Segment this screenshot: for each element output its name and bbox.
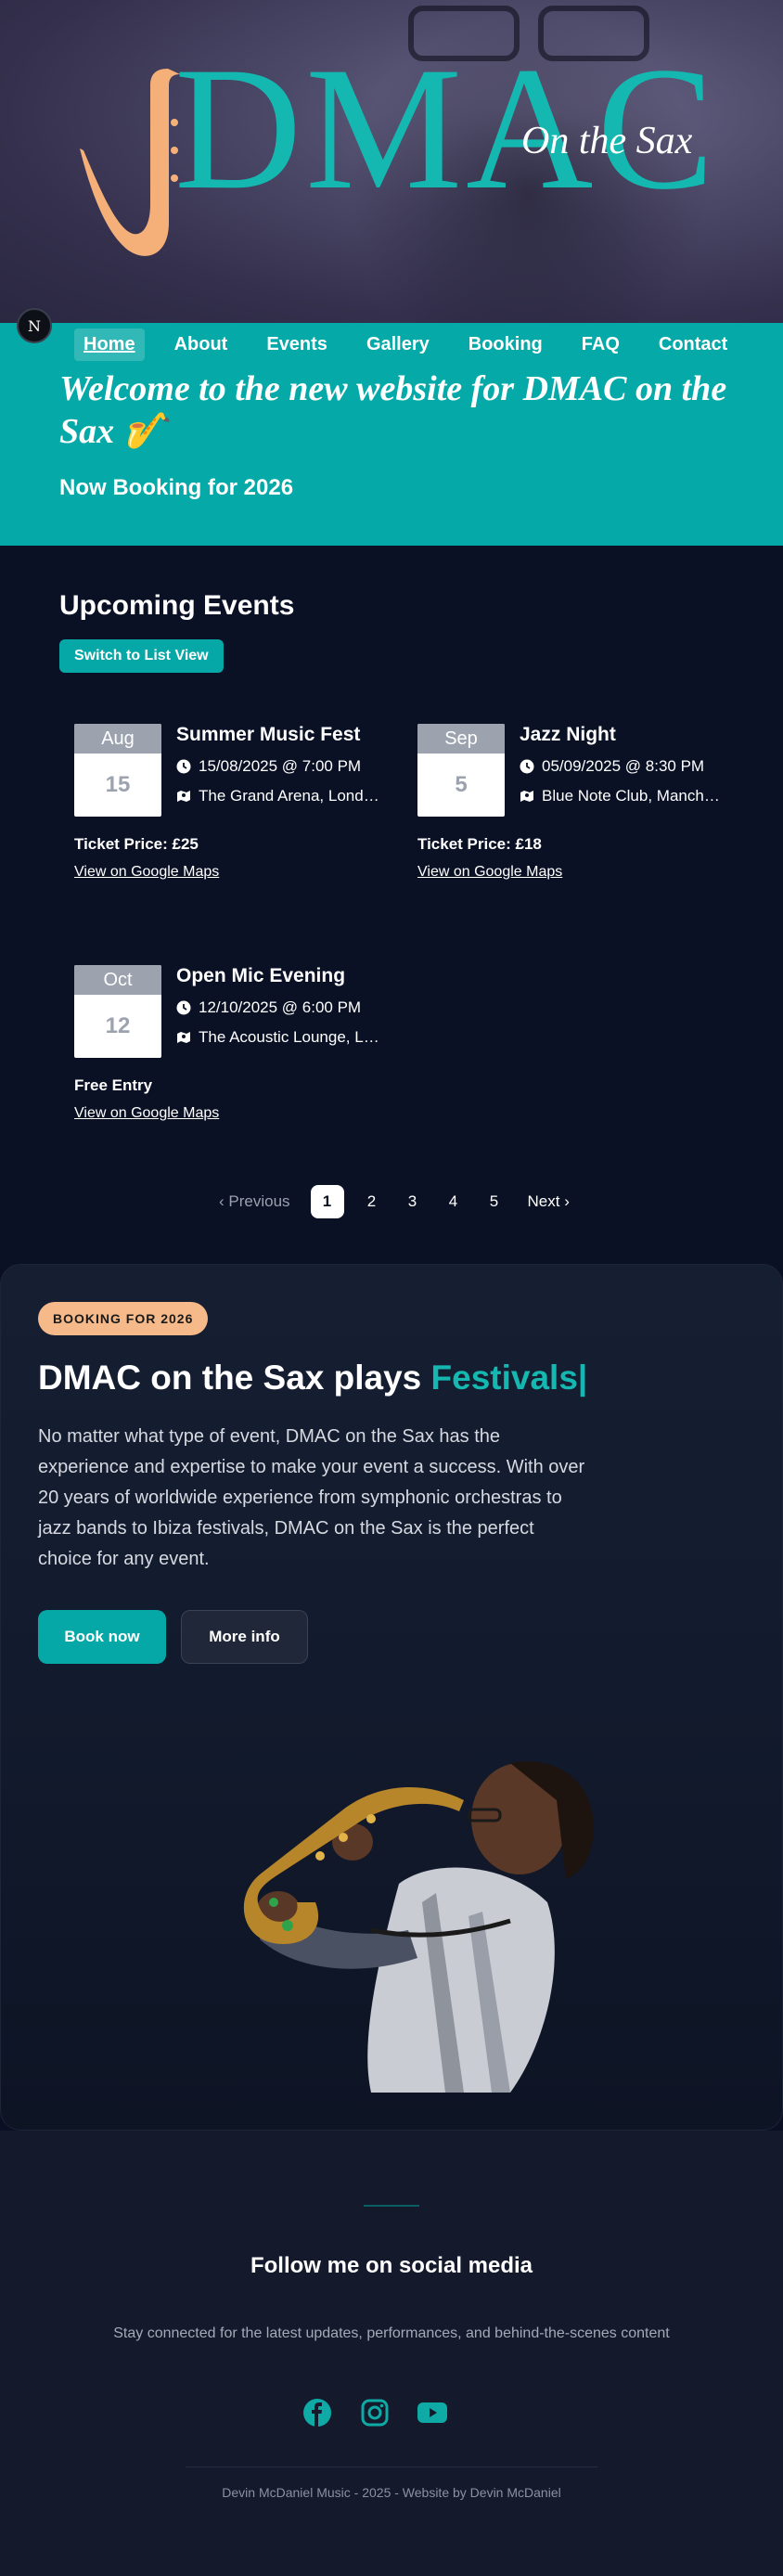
clock-icon xyxy=(176,759,191,774)
event-datetime: 05/09/2025 @ 8:30 PM xyxy=(520,757,724,776)
pagination-next[interactable]: Next › xyxy=(528,1192,570,1211)
event-venue: The Acoustic Lounge, Leeds xyxy=(176,1028,380,1047)
nav-home[interactable]: Home xyxy=(74,328,145,361)
instagram-icon[interactable] xyxy=(356,2394,393,2431)
book-now-button[interactable]: Book now xyxy=(38,1610,166,1664)
switch-view-button[interactable]: Switch to List View xyxy=(59,639,224,673)
event-day: 15 xyxy=(105,772,131,797)
event-price: Ticket Price: £18 xyxy=(417,835,542,853)
hero-banner: DMAC On the Sax xyxy=(0,0,783,323)
avatar[interactable]: N xyxy=(17,308,52,343)
nav-booking[interactable]: Booking xyxy=(459,328,552,361)
event-datetime: 15/08/2025 @ 7:00 PM xyxy=(176,757,380,776)
event-name: Open Mic Evening xyxy=(176,965,346,986)
event-date-box: Oct 12 xyxy=(74,965,161,1058)
google-maps-link[interactable]: View on Google Maps xyxy=(417,864,562,881)
booking-heading-accent: Festivals| xyxy=(430,1359,588,1397)
youtube-icon[interactable] xyxy=(414,2394,451,2431)
event-month: Oct xyxy=(74,965,161,995)
google-maps-link[interactable]: View on Google Maps xyxy=(74,1105,219,1122)
footer xyxy=(0,2131,783,2576)
pagination-page[interactable]: 5 xyxy=(481,1192,507,1211)
nav-about[interactable]: About xyxy=(165,328,237,361)
pagination-page[interactable]: 2 xyxy=(359,1192,385,1211)
event-name: Jazz Night xyxy=(520,724,616,745)
booking-heading: DMAC on the Sax plays Festivals| xyxy=(38,1359,588,1397)
pagination-page[interactable]: 4 xyxy=(441,1192,467,1211)
event-datetime: 12/10/2025 @ 6:00 PM xyxy=(176,998,380,1017)
logo-tagline: On the Sax xyxy=(521,120,693,162)
facebook-icon[interactable] xyxy=(299,2394,336,2431)
clock-icon xyxy=(520,759,534,774)
saxophonist-photo xyxy=(243,1761,594,2093)
event-name: Summer Music Fest xyxy=(176,724,361,745)
event-month: Aug xyxy=(74,724,161,753)
clock-icon xyxy=(176,1000,191,1015)
more-info-button[interactable]: More info xyxy=(181,1610,308,1664)
nav-contact[interactable]: Contact xyxy=(649,328,737,361)
booking-description: No matter what type of event, DMAC on th… xyxy=(38,1426,585,1569)
now-booking-subtitle: Now Booking for 2026 xyxy=(59,475,294,500)
main-nav: Home About Events Gallery Booking FAQ Co… xyxy=(74,327,757,362)
follow-subtext: Stay connected for the latest updates, p… xyxy=(113,2325,670,2341)
map-icon xyxy=(177,1032,190,1043)
nav-events[interactable]: Events xyxy=(257,328,337,361)
pagination-page-current[interactable]: 1 xyxy=(310,1185,344,1218)
event-card: Aug 15 Summer Music Fest 15/08/2025 @ 7:… xyxy=(74,724,390,909)
event-date-box: Sep 5 xyxy=(417,724,505,817)
social-links xyxy=(299,2394,471,2431)
event-month: Sep xyxy=(417,724,505,753)
event-price: Free Entry xyxy=(74,1076,153,1094)
event-day: 12 xyxy=(105,1013,131,1038)
copyright-text: Devin McDaniel Music - 2025 - Website by… xyxy=(222,2485,561,2500)
footer-accent-line xyxy=(364,2205,419,2207)
nav-gallery[interactable]: Gallery xyxy=(357,328,439,361)
event-card: Sep 5 Jazz Night 05/09/2025 @ 8:30 PM Bl… xyxy=(417,724,733,909)
welcome-title: Welcome to the new website for DMAC on t… xyxy=(59,369,727,451)
events-title: Upcoming Events xyxy=(59,590,295,621)
event-venue: The Grand Arena, London xyxy=(176,787,380,805)
map-icon xyxy=(520,791,533,802)
pagination-previous[interactable]: ‹ Previous xyxy=(219,1192,290,1211)
google-maps-link[interactable]: View on Google Maps xyxy=(74,864,219,881)
booking-badge: BOOKING FOR 2026 xyxy=(38,1302,209,1335)
pagination: ‹ Previous 1 2 3 4 5 Next › xyxy=(212,1185,577,1218)
event-date-box: Aug 15 xyxy=(74,724,161,817)
event-price: Ticket Price: £25 xyxy=(74,835,199,853)
event-card: Oct 12 Open Mic Evening 12/10/2025 @ 6:0… xyxy=(74,965,390,1151)
follow-heading: Follow me on social media xyxy=(250,2253,533,2278)
nav-faq[interactable]: FAQ xyxy=(572,328,629,361)
map-icon xyxy=(177,791,190,802)
pagination-page[interactable]: 3 xyxy=(400,1192,426,1211)
event-day: 5 xyxy=(455,772,468,797)
event-venue: Blue Note Club, Manchester xyxy=(520,787,724,805)
